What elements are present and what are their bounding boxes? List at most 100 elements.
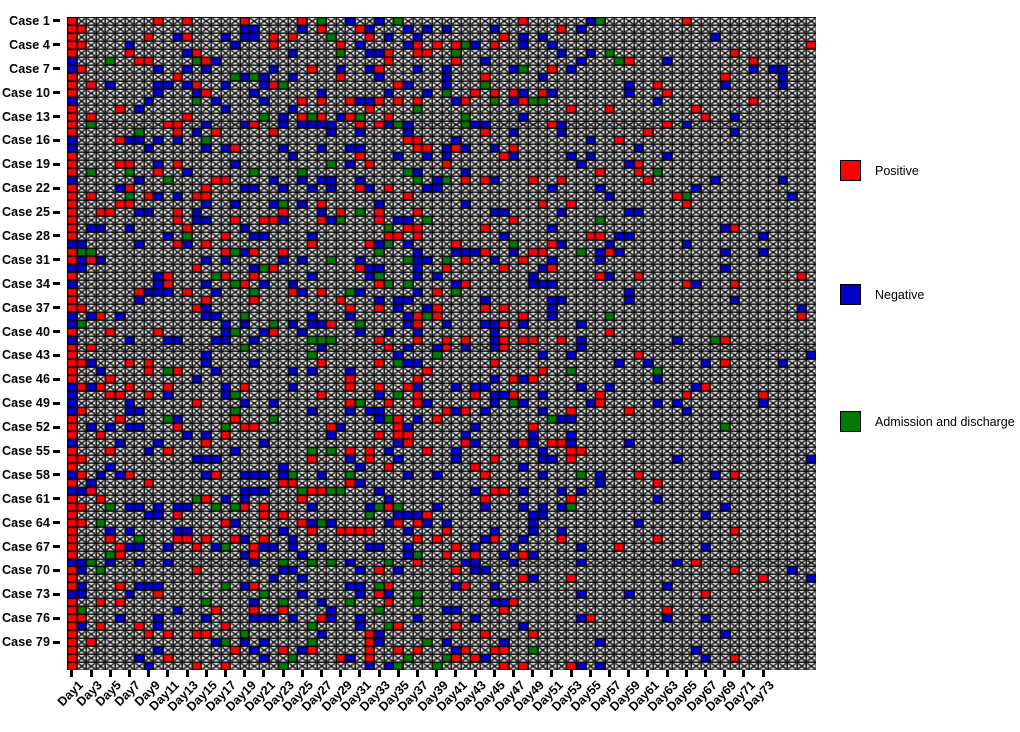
legend-swatch-negative (840, 284, 861, 305)
x-axis-tick-mark (396, 670, 400, 677)
y-axis-tick: Case 61 (2, 491, 60, 506)
y-axis-tick-label: Case 67 (2, 539, 50, 554)
x-axis-tick-mark (127, 670, 131, 677)
y-axis-tick: Case 67 (2, 539, 60, 554)
x-axis-tick-mark (588, 670, 592, 677)
y-axis-tick-mark (53, 640, 60, 644)
x-axis-tick-mark (89, 670, 93, 677)
x-axis-tick-mark (185, 670, 189, 677)
y-axis-tick-mark (53, 91, 60, 95)
x-axis-ticks (67, 670, 816, 678)
x-axis-tick-mark (108, 670, 112, 677)
x-axis-tick-mark (435, 670, 439, 677)
x-axis-tick-mark (646, 670, 650, 677)
legend-label-positive: Positive (875, 163, 919, 178)
y-axis-tick: Case 28 (2, 228, 60, 243)
x-axis-tick-mark (300, 670, 304, 677)
legend-item-negative: Negative (840, 284, 924, 305)
y-axis-tick-label: Case 64 (2, 515, 50, 530)
y-axis-tick: Case 7 (9, 61, 60, 76)
x-axis-tick-mark (166, 670, 170, 677)
legend-label-admission_discharge: Admission and discharge (875, 414, 1015, 429)
y-axis-tick-label: Case 19 (2, 157, 50, 172)
y-axis-tick-mark (53, 616, 60, 620)
x-axis-tick-mark (684, 670, 688, 677)
x-axis-tick-mark (319, 670, 323, 677)
y-axis-tick-label: Case 49 (2, 396, 50, 411)
y-axis-tick: Case 22 (2, 181, 60, 196)
y-axis-tick: Case 70 (2, 563, 60, 578)
y-axis-tick-mark (53, 258, 60, 262)
y-axis-tick: Case 19 (2, 157, 60, 172)
legend-swatch-admission_discharge (840, 411, 861, 432)
y-axis-tick-mark (53, 401, 60, 405)
y-axis-tick-label: Case 7 (9, 61, 50, 76)
y-axis-tick: Case 79 (2, 635, 60, 650)
y-axis-tick-label: Case 16 (2, 133, 50, 148)
y-axis-tick-label: Case 43 (2, 348, 50, 363)
y-axis-tick-mark (53, 521, 60, 525)
y-axis-tick-label: Case 52 (2, 420, 50, 435)
y-axis-tick-label: Case 31 (2, 252, 50, 267)
x-axis-tick-mark (262, 670, 266, 677)
y-axis-tick-mark (53, 234, 60, 238)
y-axis-tick-mark (53, 282, 60, 286)
y-axis-tick-label: Case 10 (2, 85, 50, 100)
y-axis-tick-label: Case 79 (2, 635, 50, 650)
y-axis-tick: Case 40 (2, 324, 60, 339)
y-axis-tick-mark (53, 568, 60, 572)
y-axis: Case 1 Case 4 Case 7 Case 10 Case 13 Case 16 C… (0, 13, 60, 670)
x-axis-tick-mark (454, 670, 458, 677)
y-axis-tick-mark (53, 425, 60, 429)
x-axis-tick-mark (281, 670, 285, 677)
y-axis-tick-mark (53, 306, 60, 310)
y-axis-tick: Case 46 (2, 372, 60, 387)
x-axis-tick-mark (204, 670, 208, 677)
legend-item-admission_discharge: Admission and discharge (840, 411, 1015, 432)
y-axis-tick-label: Case 46 (2, 372, 50, 387)
x-axis-tick-mark (415, 670, 419, 677)
y-axis-tick-label: Case 61 (2, 491, 50, 506)
y-axis-tick-label: Case 70 (2, 563, 50, 578)
y-axis-tick-mark (53, 115, 60, 119)
x-axis-tick-mark (569, 670, 573, 677)
y-axis-tick: Case 37 (2, 300, 60, 315)
y-axis-tick: Case 73 (2, 587, 60, 602)
y-axis-tick-mark (53, 43, 60, 47)
x-axis-tick-mark (665, 670, 669, 677)
x-axis-tick-mark (627, 670, 631, 677)
x-axis-tick-mark (550, 670, 554, 677)
y-axis-tick: Case 49 (2, 396, 60, 411)
y-axis-tick: Case 34 (2, 277, 60, 291)
legend-label-negative: Negative (875, 287, 925, 302)
x-axis-tick-mark (512, 670, 516, 677)
y-axis-tick-mark (53, 162, 60, 166)
y-axis-tick-label: Case 37 (2, 300, 50, 315)
x-axis-tick-mark (243, 670, 247, 677)
y-axis-tick: Case 13 (2, 110, 60, 124)
y-axis-tick: Case 52 (2, 420, 60, 435)
heatmap-cells-canvas (67, 17, 816, 670)
y-axis-tick-label: Case 28 (2, 228, 50, 243)
y-axis-tick-label: Case 22 (2, 181, 50, 196)
y-axis-tick: Case 55 (2, 444, 60, 458)
y-axis-tick-mark (53, 353, 60, 357)
y-axis-tick: Case 10 (2, 85, 60, 100)
x-axis-tick-mark (358, 670, 362, 677)
x-axis-tick-mark (492, 670, 496, 677)
y-axis-tick-label: Case 1 (9, 13, 50, 28)
y-axis-tick-mark (53, 330, 60, 334)
x-axis-tick-mark (761, 670, 765, 677)
y-axis-tick-mark (53, 186, 60, 190)
y-axis-tick-mark (53, 592, 60, 596)
y-axis-tick: Case 58 (2, 468, 60, 482)
y-axis-tick-label: Case 55 (2, 444, 50, 458)
y-axis-tick-label: Case 73 (2, 587, 50, 602)
heatmap-figure: Case 1 Case 4 Case 7 Case 10 Case 13 Case 16 C… (0, 0, 1020, 732)
x-axis-labels: Day1 Day3 Day5 Day7 Day9 Day11 Day13 Day15 Day17… (55, 678, 827, 732)
legend-item-positive: Positive (840, 160, 919, 181)
x-axis-tick-mark (339, 670, 343, 677)
y-axis-tick-label: Case 76 (2, 611, 50, 626)
y-axis-tick-label: Case 40 (2, 324, 50, 339)
x-axis-tick-mark (742, 670, 746, 677)
